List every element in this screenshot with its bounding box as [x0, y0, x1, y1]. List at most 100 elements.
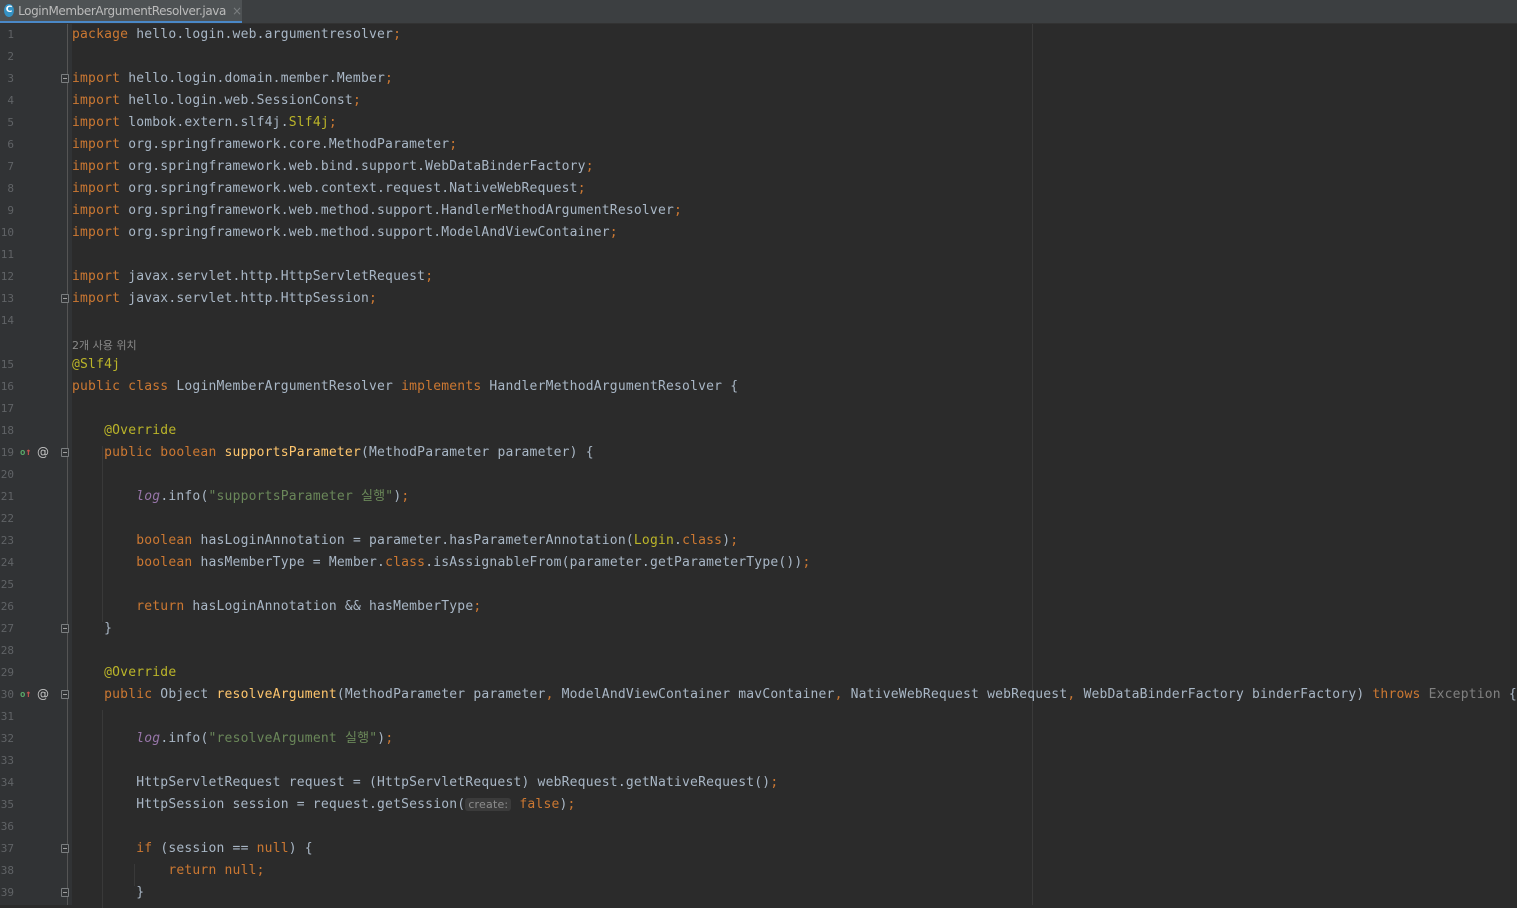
implements-method-icon[interactable]: o↑: [20, 689, 32, 701]
code-text: public Object resolveArgument(MethodPara…: [72, 686, 1517, 704]
parameter-hint: create:: [465, 798, 512, 811]
code-line[interactable]: 6 import org.springframework.core.MethodP…: [0, 134, 1517, 156]
code-line[interactable]: 5 import lombok.extern.slf4j.Slf4j;: [0, 112, 1517, 134]
line-number[interactable]: 5: [0, 116, 14, 130]
code-line[interactable]: 11: [0, 244, 1517, 266]
code-line[interactable]: 15 @Slf4j: [0, 354, 1517, 376]
line-number[interactable]: 17: [0, 402, 14, 416]
line-number[interactable]: 25: [0, 578, 14, 592]
line-number[interactable]: 12: [0, 270, 14, 284]
line-number[interactable]: 10: [0, 226, 14, 240]
code-line[interactable]: 18 @Override: [0, 420, 1517, 442]
code-line[interactable]: 1 package hello.login.web.argumentresolve…: [0, 24, 1517, 46]
code-line[interactable]: 32 log.info("resolveArgument 실행");: [0, 728, 1517, 750]
line-number[interactable]: 9: [0, 204, 14, 218]
code-line[interactable]: 29 @Override: [0, 662, 1517, 684]
line-number[interactable]: 16: [0, 380, 14, 394]
line-number[interactable]: 4: [0, 94, 14, 108]
fold-toggle-icon[interactable]: [61, 624, 69, 633]
line-number[interactable]: 24: [0, 556, 14, 570]
close-icon[interactable]: ×: [232, 4, 242, 18]
code-token: null: [256, 841, 289, 856]
code-line[interactable]: 23 boolean hasLoginAnnotation = paramete…: [0, 530, 1517, 552]
code-editor[interactable]: 1 package hello.login.web.argumentresolve…: [0, 24, 1517, 908]
line-number[interactable]: 35: [0, 798, 14, 812]
code-line[interactable]: 2: [0, 46, 1517, 68]
code-line[interactable]: 33: [0, 750, 1517, 772]
line-number[interactable]: 38: [0, 864, 14, 878]
code-line[interactable]: 10 import org.springframework.web.method.…: [0, 222, 1517, 244]
code-line[interactable]: 26 return hasLoginAnnotation && hasMembe…: [0, 596, 1517, 618]
code-line[interactable]: 13 import javax.servlet.http.HttpSession;: [0, 288, 1517, 310]
code-line[interactable]: 34 HttpServletRequest request = (HttpSer…: [0, 772, 1517, 794]
fold-toggle-icon[interactable]: [61, 294, 69, 303]
code-line[interactable]: 9 import org.springframework.web.method.s…: [0, 200, 1517, 222]
code-line[interactable]: 3 import hello.login.domain.member.Member…: [0, 68, 1517, 90]
line-number[interactable]: 7: [0, 160, 14, 174]
line-number[interactable]: 22: [0, 512, 14, 526]
fold-toggle-icon[interactable]: [61, 74, 69, 83]
line-number[interactable]: 21: [0, 490, 14, 504]
annotation-at-icon[interactable]: @: [37, 445, 49, 459]
line-number[interactable]: 31: [0, 710, 14, 724]
annotation-at-icon[interactable]: @: [37, 687, 49, 701]
line-number[interactable]: 13: [0, 292, 14, 306]
line-number[interactable]: 3: [0, 72, 14, 86]
usages-inlay-hint[interactable]: 2개 사용 위치: [72, 337, 137, 353]
fold-toggle-icon[interactable]: [61, 448, 69, 457]
code-line[interactable]: 36: [0, 816, 1517, 838]
code-token: HandlerMethodArgumentResolver {: [489, 379, 739, 394]
line-number[interactable]: 37: [0, 842, 14, 856]
code-line[interactable]: 24 boolean hasMemberType = Member.class.…: [0, 552, 1517, 574]
fold-toggle-icon[interactable]: [61, 888, 69, 897]
code-line[interactable]: 4 import hello.login.web.SessionConst;: [0, 90, 1517, 112]
code-token: class: [385, 555, 426, 570]
code-line[interactable]: 38 return null;: [0, 860, 1517, 882]
line-number[interactable]: 27: [0, 622, 14, 636]
line-number[interactable]: 14: [0, 314, 14, 328]
fold-toggle-icon[interactable]: [61, 690, 69, 699]
code-line[interactable]: 31: [0, 706, 1517, 728]
code-line[interactable]: 39 }: [0, 882, 1517, 904]
line-number[interactable]: 34: [0, 776, 14, 790]
line-number[interactable]: 33: [0, 754, 14, 768]
line-number[interactable]: 29: [0, 666, 14, 680]
line-number[interactable]: 1: [0, 28, 14, 42]
code-line[interactable]: 2개 사용 위치: [0, 332, 1517, 354]
line-number[interactable]: 30: [0, 688, 14, 702]
code-line[interactable]: 16 public class LoginMemberArgumentResolv…: [0, 376, 1517, 398]
line-number[interactable]: 36: [0, 820, 14, 834]
line-number[interactable]: 2: [0, 50, 14, 64]
code-line[interactable]: 28: [0, 640, 1517, 662]
code-line[interactable]: 20: [0, 464, 1517, 486]
code-line[interactable]: 19 o↑ @ public boolean supportsParameter(M…: [0, 442, 1517, 464]
line-number[interactable]: 23: [0, 534, 14, 548]
line-number[interactable]: 28: [0, 644, 14, 658]
line-number[interactable]: 11: [0, 248, 14, 262]
implements-method-icon[interactable]: o↑: [20, 447, 32, 459]
file-tab[interactable]: C LoginMemberArgumentResolver.java ×: [0, 0, 242, 23]
line-number[interactable]: 19: [0, 446, 14, 460]
code-line[interactable]: 37 if (session == null) {: [0, 838, 1517, 860]
code-line[interactable]: 14: [0, 310, 1517, 332]
code-line[interactable]: 22: [0, 508, 1517, 530]
line-number[interactable]: 15: [0, 358, 14, 372]
line-number[interactable]: 39: [0, 886, 14, 900]
code-line[interactable]: 21 log.info("supportsParameter 실행");: [0, 486, 1517, 508]
line-number[interactable]: 18: [0, 424, 14, 438]
code-line[interactable]: 25: [0, 574, 1517, 596]
fold-toggle-icon[interactable]: [61, 844, 69, 853]
code-line[interactable]: 17: [0, 398, 1517, 420]
line-number[interactable]: 20: [0, 468, 14, 482]
code-line[interactable]: 27 }: [0, 618, 1517, 640]
line-number[interactable]: 6: [0, 138, 14, 152]
line-number[interactable]: 8: [0, 182, 14, 196]
code-line[interactable]: 7 import org.springframework.web.bind.sup…: [0, 156, 1517, 178]
code-text: @Slf4j: [72, 356, 120, 374]
line-number[interactable]: 26: [0, 600, 14, 614]
code-line[interactable]: 35 HttpSession session = request.getSess…: [0, 794, 1517, 816]
code-line[interactable]: 12 import javax.servlet.http.HttpServletR…: [0, 266, 1517, 288]
code-line[interactable]: 8 import org.springframework.web.context.…: [0, 178, 1517, 200]
code-line[interactable]: 30 o↑ @ public Object resolveArgument(Meth…: [0, 684, 1517, 706]
line-number[interactable]: 32: [0, 732, 14, 746]
